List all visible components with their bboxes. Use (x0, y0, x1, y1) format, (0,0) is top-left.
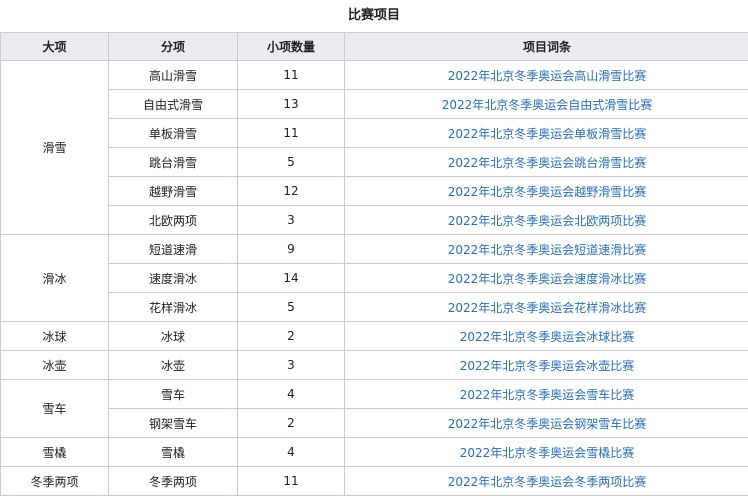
entry-cell: 2022年北京冬季奥运会单板滑雪比赛 (345, 119, 748, 148)
discipline-cell: 花样滑冰 (109, 293, 238, 322)
count-cell: 5 (238, 293, 345, 322)
count-cell: 5 (238, 148, 345, 177)
entry-link[interactable]: 2022年北京冬季奥运会北欧两项比赛 (448, 214, 647, 228)
discipline-cell: 冰球 (109, 322, 238, 351)
count-cell: 3 (238, 206, 345, 235)
entry-link[interactable]: 2022年北京冬季奥运会越野滑雪比赛 (448, 185, 647, 199)
category-cell-biathlon: 冬季两项 (1, 467, 109, 496)
count-cell: 11 (238, 467, 345, 496)
count-cell: 11 (238, 119, 345, 148)
table-row: 冰球 冰球 2 2022年北京冬季奥运会冰球比赛 (1, 322, 748, 351)
entry-link[interactable]: 2022年北京冬季奥运会冰壶比赛 (460, 359, 635, 373)
table-row: 速度滑冰 14 2022年北京冬季奥运会速度滑冰比赛 (1, 264, 748, 293)
entry-link[interactable]: 2022年北京冬季奥运会钢架雪车比赛 (448, 417, 647, 431)
discipline-cell: 雪橇 (109, 438, 238, 467)
entry-cell: 2022年北京冬季奥运会越野滑雪比赛 (345, 177, 748, 206)
entry-cell: 2022年北京冬季奥运会短道速滑比赛 (345, 235, 748, 264)
entry-cell: 2022年北京冬季奥运会雪车比赛 (345, 380, 748, 409)
discipline-cell: 冰壶 (109, 351, 238, 380)
table-row: 花样滑冰 5 2022年北京冬季奥运会花样滑冰比赛 (1, 293, 748, 322)
table-row: 跳台滑雪 5 2022年北京冬季奥运会跳台滑雪比赛 (1, 148, 748, 177)
table-row: 雪车 雪车 4 2022年北京冬季奥运会雪车比赛 (1, 380, 748, 409)
entry-cell: 2022年北京冬季奥运会自由式滑雪比赛 (345, 90, 748, 119)
table-row: 单板滑雪 11 2022年北京冬季奥运会单板滑雪比赛 (1, 119, 748, 148)
discipline-cell: 单板滑雪 (109, 119, 238, 148)
entry-cell: 2022年北京冬季奥运会冬季两项比赛 (345, 467, 748, 496)
count-cell: 12 (238, 177, 345, 206)
category-cell-luge: 雪橇 (1, 438, 109, 467)
discipline-cell: 雪车 (109, 380, 238, 409)
header-category: 大项 (1, 33, 109, 61)
entry-cell: 2022年北京冬季奥运会雪橇比赛 (345, 438, 748, 467)
entry-link[interactable]: 2022年北京冬季奥运会冬季两项比赛 (448, 475, 647, 489)
count-cell: 13 (238, 90, 345, 119)
entry-link[interactable]: 2022年北京冬季奥运会自由式滑雪比赛 (442, 98, 653, 112)
entry-link[interactable]: 2022年北京冬季奥运会单板滑雪比赛 (448, 127, 647, 141)
category-cell-icehockey: 冰球 (1, 322, 109, 351)
entry-link[interactable]: 2022年北京冬季奥运会冰球比赛 (460, 330, 635, 344)
discipline-cell: 跳台滑雪 (109, 148, 238, 177)
entry-link[interactable]: 2022年北京冬季奥运会速度滑冰比赛 (448, 272, 647, 286)
entry-cell: 2022年北京冬季奥运会北欧两项比赛 (345, 206, 748, 235)
entry-cell: 2022年北京冬季奥运会冰壶比赛 (345, 351, 748, 380)
count-cell: 4 (238, 438, 345, 467)
entry-link[interactable]: 2022年北京冬季奥运会花样滑冰比赛 (448, 301, 647, 315)
table-row: 钢架雪车 2 2022年北京冬季奥运会钢架雪车比赛 (1, 409, 748, 438)
header-discipline: 分项 (109, 33, 238, 61)
discipline-cell: 北欧两项 (109, 206, 238, 235)
discipline-cell: 越野滑雪 (109, 177, 238, 206)
discipline-cell: 高山滑雪 (109, 61, 238, 90)
table-row: 雪橇 雪橇 4 2022年北京冬季奥运会雪橇比赛 (1, 438, 748, 467)
discipline-cell: 自由式滑雪 (109, 90, 238, 119)
count-cell: 9 (238, 235, 345, 264)
discipline-cell: 钢架雪车 (109, 409, 238, 438)
table-caption: 比赛项目 (0, 0, 748, 32)
header-entry: 项目词条 (345, 33, 748, 61)
entry-link[interactable]: 2022年北京冬季奥运会雪橇比赛 (460, 446, 635, 460)
discipline-cell: 速度滑冰 (109, 264, 238, 293)
entry-link[interactable]: 2022年北京冬季奥运会雪车比赛 (460, 388, 635, 402)
category-cell-skiing: 滑雪 (1, 61, 109, 235)
table-row: 越野滑雪 12 2022年北京冬季奥运会越野滑雪比赛 (1, 177, 748, 206)
entry-cell: 2022年北京冬季奥运会跳台滑雪比赛 (345, 148, 748, 177)
category-cell-skating: 滑冰 (1, 235, 109, 322)
discipline-cell: 短道速滑 (109, 235, 238, 264)
entry-link[interactable]: 2022年北京冬季奥运会高山滑雪比赛 (448, 69, 647, 83)
count-cell: 4 (238, 380, 345, 409)
count-cell: 2 (238, 409, 345, 438)
events-table: 大项 分项 小项数量 项目词条 滑雪 高山滑雪 11 2022年北京冬季奥运会高… (0, 32, 748, 496)
count-cell: 2 (238, 322, 345, 351)
entry-cell: 2022年北京冬季奥运会冰球比赛 (345, 322, 748, 351)
table-row: 冰壶 冰壶 3 2022年北京冬季奥运会冰壶比赛 (1, 351, 748, 380)
count-cell: 3 (238, 351, 345, 380)
count-cell: 14 (238, 264, 345, 293)
entry-cell: 2022年北京冬季奥运会速度滑冰比赛 (345, 264, 748, 293)
header-row: 大项 分项 小项数量 项目词条 (1, 33, 748, 61)
table-row: 滑雪 高山滑雪 11 2022年北京冬季奥运会高山滑雪比赛 (1, 61, 748, 90)
entry-cell: 2022年北京冬季奥运会钢架雪车比赛 (345, 409, 748, 438)
discipline-cell: 冬季两项 (109, 467, 238, 496)
header-count: 小项数量 (238, 33, 345, 61)
table-row: 自由式滑雪 13 2022年北京冬季奥运会自由式滑雪比赛 (1, 90, 748, 119)
entry-link[interactable]: 2022年北京冬季奥运会跳台滑雪比赛 (448, 156, 647, 170)
entry-link[interactable]: 2022年北京冬季奥运会短道速滑比赛 (448, 243, 647, 257)
category-cell-bobsleigh: 雪车 (1, 380, 109, 438)
entry-cell: 2022年北京冬季奥运会花样滑冰比赛 (345, 293, 748, 322)
table-row: 冬季两项 冬季两项 11 2022年北京冬季奥运会冬季两项比赛 (1, 467, 748, 496)
entry-cell: 2022年北京冬季奥运会高山滑雪比赛 (345, 61, 748, 90)
table-row: 北欧两项 3 2022年北京冬季奥运会北欧两项比赛 (1, 206, 748, 235)
count-cell: 11 (238, 61, 345, 90)
table-row: 滑冰 短道速滑 9 2022年北京冬季奥运会短道速滑比赛 (1, 235, 748, 264)
category-cell-curling: 冰壶 (1, 351, 109, 380)
